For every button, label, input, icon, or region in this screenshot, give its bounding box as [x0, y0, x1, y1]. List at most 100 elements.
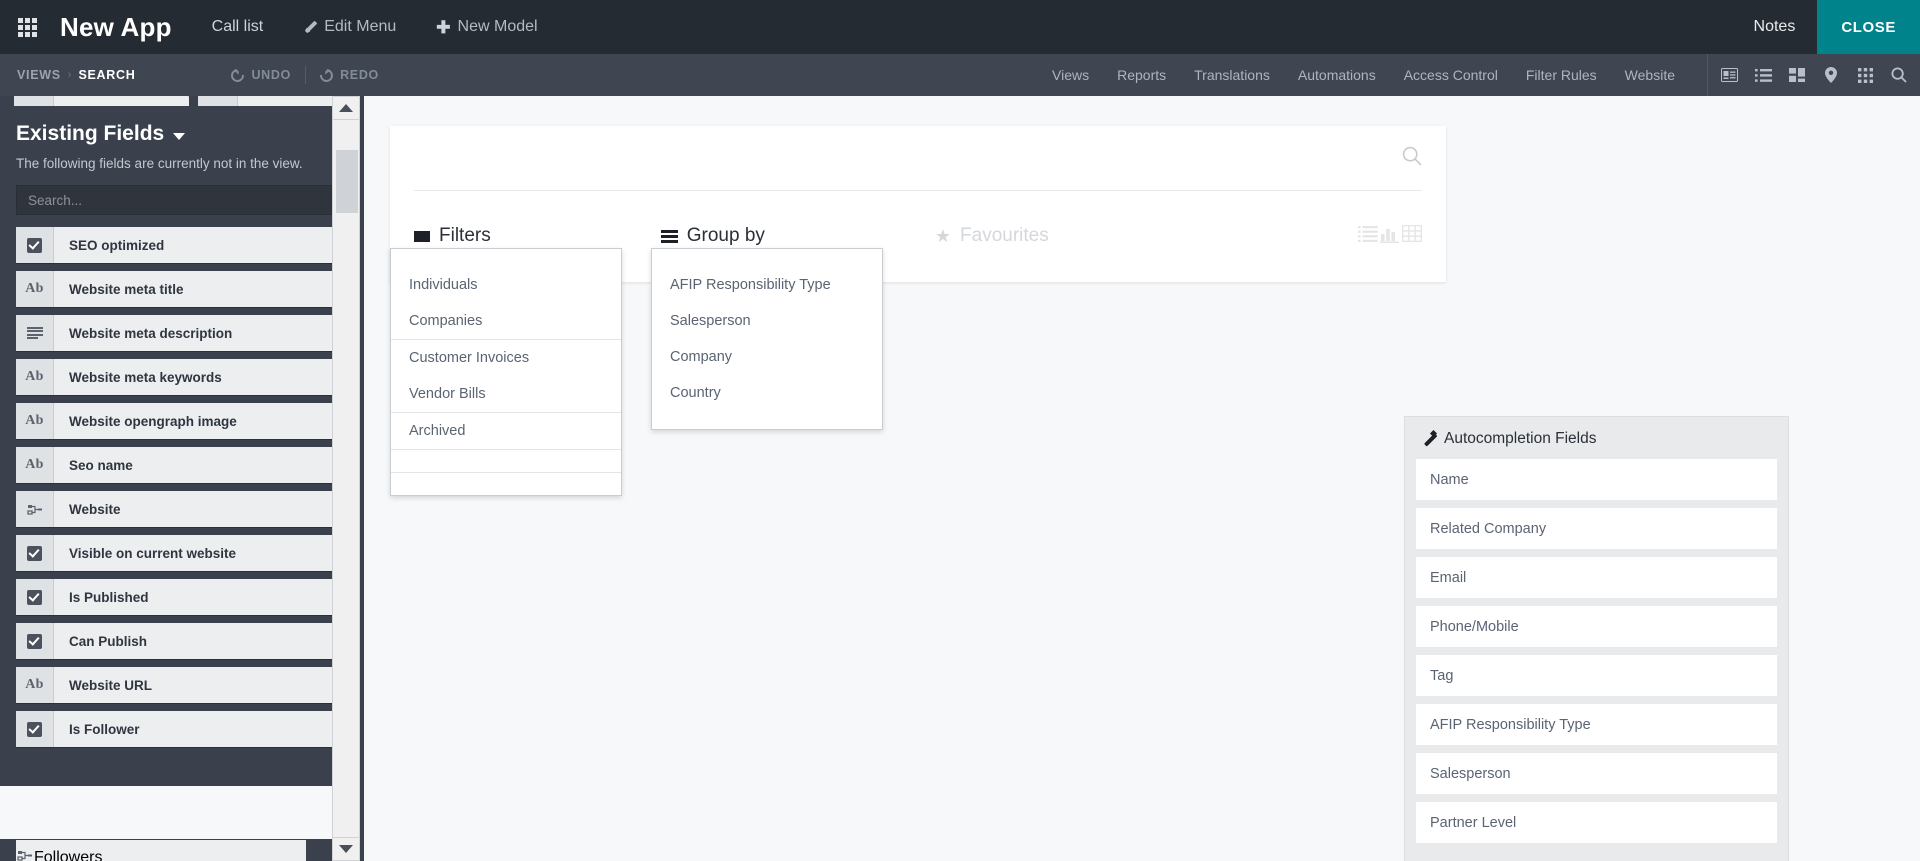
- magnifier-icon[interactable]: [1402, 146, 1422, 171]
- subnav-translations[interactable]: Translations: [1180, 67, 1284, 83]
- field-search-input[interactable]: [28, 192, 332, 208]
- filter-option[interactable]: Archived: [391, 413, 621, 449]
- undo-button[interactable]: UNDO: [217, 65, 305, 85]
- group-by-option[interactable]: Company: [652, 339, 882, 375]
- graph-view-icon[interactable]: [1380, 225, 1400, 248]
- field-type-icon: Ab: [16, 271, 54, 307]
- existing-fields-title[interactable]: Existing Fields: [0, 106, 360, 146]
- field-item[interactable]: Ab Seo name: [16, 447, 344, 483]
- favourites-label: Favourites: [960, 225, 1049, 246]
- sidebar-scrollbar[interactable]: [332, 96, 360, 861]
- field-item[interactable]: Website meta description: [16, 315, 344, 351]
- scrollbar-track[interactable]: [332, 120, 360, 837]
- pivot-view-icon[interactable]: [1401, 224, 1423, 247]
- dropdown-top-blank: [652, 249, 882, 267]
- group-by-option[interactable]: AFIP Responsibility Type: [652, 267, 882, 303]
- filters-button[interactable]: Filters: [414, 225, 491, 259]
- field-type-icon: [16, 491, 54, 527]
- filter-option[interactable]: Companies: [391, 303, 621, 339]
- text-ab-icon: Ab: [25, 281, 44, 296]
- subnav-filter-rules[interactable]: Filter Rules: [1512, 67, 1611, 83]
- field-item-label: Website meta description: [69, 325, 233, 341]
- search-icon[interactable]: [1882, 54, 1916, 96]
- grid-icon[interactable]: [1848, 54, 1882, 96]
- field-item[interactable]: Is Published: [16, 579, 344, 615]
- search-row[interactable]: [390, 126, 1446, 190]
- autocompletion-row[interactable]: Email: [1416, 557, 1777, 598]
- checkbox-icon: [27, 545, 42, 561]
- group-by-button[interactable]: Group by: [660, 225, 765, 247]
- autocompletion-row[interactable]: Name: [1416, 459, 1777, 500]
- field-item[interactable]: Ab Website meta keywords: [16, 359, 344, 395]
- field-item[interactable]: Visible on current website: [16, 535, 344, 571]
- autocompletion-row[interactable]: Related Company: [1416, 508, 1777, 549]
- contact-card-icon[interactable]: [1712, 54, 1746, 96]
- field-type-icon: Ab: [16, 447, 54, 483]
- field-search-box[interactable]: [16, 185, 344, 215]
- field-item[interactable]: Is Follower: [16, 711, 344, 747]
- scroll-down-button[interactable]: [332, 837, 360, 861]
- dropdown-empty-row[interactable]: [391, 473, 621, 495]
- subnav-reports[interactable]: Reports: [1103, 67, 1180, 83]
- field-item[interactable]: Can Publish: [16, 623, 344, 659]
- scroll-up-button[interactable]: [332, 96, 360, 120]
- notes-button[interactable]: Notes: [1732, 0, 1818, 54]
- autocompletion-title: Autocompletion Fields: [1405, 417, 1788, 459]
- field-type-icon: [16, 315, 54, 351]
- scrollbar-thumb[interactable]: [336, 150, 358, 213]
- redo-button[interactable]: REDO: [306, 65, 393, 85]
- existing-fields-subtitle: The following fields are currently not i…: [16, 156, 303, 171]
- subnav-automations[interactable]: Automations: [1284, 67, 1390, 83]
- subnav-views[interactable]: Views: [1038, 67, 1103, 83]
- autocompletion-row[interactable]: Partner Level: [1416, 802, 1777, 843]
- filter-option[interactable]: Customer Invoices: [391, 340, 621, 376]
- field-item-label: Visible on current website: [69, 545, 237, 561]
- filters-label: Filters: [439, 225, 491, 246]
- triangle-up-icon: [339, 104, 353, 112]
- autocompletion-row[interactable]: Phone/Mobile: [1416, 606, 1777, 647]
- undo-redo-group: UNDO REDO: [217, 65, 393, 85]
- subnav-access-control[interactable]: Access Control: [1390, 67, 1512, 83]
- menu-item-new-model[interactable]: ✚ New Model: [436, 18, 537, 36]
- checkbox-icon: [27, 589, 42, 605]
- subnav-website[interactable]: Website: [1611, 67, 1689, 83]
- field-type-icon: Ab: [16, 359, 54, 395]
- close-button[interactable]: CLOSE: [1817, 0, 1920, 54]
- group-by-option[interactable]: Salesperson: [652, 303, 882, 339]
- filter-option[interactable]: Vendor Bills: [391, 376, 621, 412]
- map-pin-icon[interactable]: [1814, 54, 1848, 96]
- autocompletion-row[interactable]: Salesperson: [1416, 753, 1777, 794]
- autocompletion-row[interactable]: Tag: [1416, 655, 1777, 696]
- menu-item-edit-menu[interactable]: Edit Menu: [303, 18, 396, 36]
- menu-item-call-list[interactable]: Call list: [212, 18, 264, 36]
- field-item[interactable]: Website: [16, 491, 344, 527]
- filter-option[interactable]: Individuals: [391, 267, 621, 303]
- favourites-button[interactable]: ★ Favourites: [935, 225, 1049, 247]
- group-by-dropdown: AFIP Responsibility Type Salesperson Compa…: [651, 248, 883, 430]
- filters-dropdown: Individuals Companies Customer Invoices Ven…: [390, 248, 622, 496]
- list-icon[interactable]: [1746, 54, 1780, 96]
- existing-fields-list: SEO optimized Ab Website meta title Website…: [0, 227, 360, 747]
- triangle-down-icon: [339, 845, 353, 853]
- sidebar-right-edge: [360, 96, 364, 861]
- redo-icon: [317, 65, 336, 85]
- field-item-label: Website URL: [69, 677, 153, 693]
- field-item[interactable]: SEO optimized: [16, 227, 344, 263]
- list-view-icon[interactable]: [1358, 225, 1378, 247]
- text-ab-icon: Ab: [25, 369, 44, 384]
- field-item[interactable]: Ab Website URL: [16, 667, 344, 703]
- field-item-followers[interactable]: Followers: [16, 840, 306, 861]
- apps-grid-icon[interactable]: [0, 0, 54, 54]
- autocompletion-row[interactable]: AFIP Responsibility Type: [1416, 704, 1777, 745]
- breadcrumb-separator: ›: [67, 69, 72, 81]
- field-item-label: Is Follower: [69, 721, 140, 737]
- group-by-option[interactable]: Country: [652, 375, 882, 411]
- field-item[interactable]: Ab Website meta title: [16, 271, 344, 307]
- kanban-icon[interactable]: [1780, 54, 1814, 96]
- breadcrumb-views[interactable]: VIEWS: [17, 68, 61, 82]
- text-ab-icon: Ab: [25, 413, 44, 428]
- magic-wand-icon: [1421, 432, 1436, 447]
- field-item[interactable]: Ab Website opengraph image: [16, 403, 344, 439]
- app-title: New App: [60, 11, 172, 42]
- dropdown-empty-row[interactable]: [391, 450, 621, 472]
